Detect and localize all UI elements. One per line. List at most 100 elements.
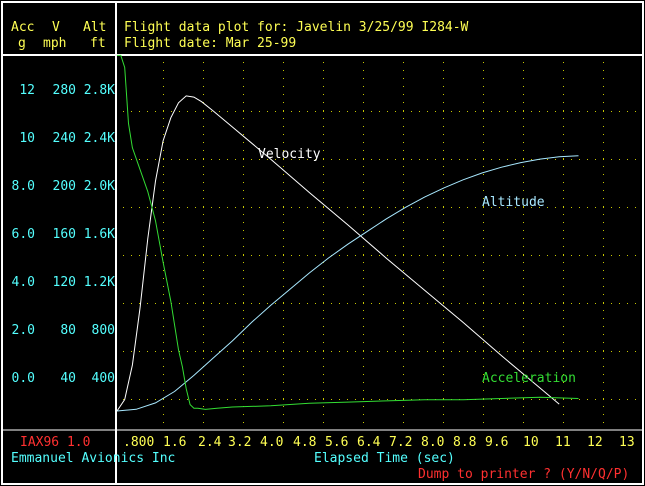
grid-dot (443, 310, 444, 311)
grid-dot (243, 159, 244, 160)
grid-dot (219, 159, 220, 160)
x-tick-label: 5.6 (325, 435, 349, 450)
grid-dot (563, 110, 564, 111)
grid-dot (443, 334, 444, 335)
grid-dot (611, 111, 612, 112)
grid-dot (275, 111, 276, 112)
grid-dot (323, 406, 324, 407)
company-name: Emmanuel Avionics Inc (11, 451, 176, 466)
grid-dot (483, 134, 484, 135)
grid-dot (627, 207, 628, 208)
grid-dot (299, 255, 300, 256)
grid-dot (283, 278, 284, 279)
grid-dot (235, 207, 236, 208)
grid-dot (339, 255, 340, 256)
x-tick-label: 10 (523, 435, 539, 450)
grid-dot (443, 142, 444, 143)
grid-dot (323, 78, 324, 79)
grid-dot (563, 190, 564, 191)
grid-dot (323, 350, 324, 351)
grid-dot (539, 351, 540, 352)
grid-dot (619, 111, 620, 112)
grid-dot (371, 111, 372, 112)
grid-dot (283, 326, 284, 327)
grid-dot (531, 351, 532, 352)
grid-dot (603, 110, 604, 111)
grid-dot (227, 255, 228, 256)
grid-dot (163, 318, 164, 319)
grid-dot (131, 111, 132, 112)
grid-dot (355, 303, 356, 304)
grid-dot (475, 159, 476, 160)
grid-dot (523, 255, 524, 256)
grid-dot (483, 190, 484, 191)
grid-dot (483, 78, 484, 79)
grid-dot (323, 174, 324, 175)
grid-dot (243, 303, 244, 304)
grid-dot (403, 158, 404, 159)
grid-dot (603, 111, 604, 112)
y-tick-altitude: 2.8K (83, 83, 115, 98)
y-tick-velocity: 240 (52, 131, 76, 146)
y-tick-altitude: 2.4K (83, 131, 115, 146)
grid-dot (603, 94, 604, 95)
grid-dot (603, 390, 604, 391)
grid-dot (483, 334, 484, 335)
printer-prompt[interactable]: Dump to printer ? (Y/N/Q/P) (418, 467, 629, 482)
grid-dot (443, 166, 444, 167)
grid-dot (283, 206, 284, 207)
grid-dot (283, 222, 284, 223)
grid-dot (603, 358, 604, 359)
grid-dot (139, 303, 140, 304)
grid-dot (435, 207, 436, 208)
grid-dot (563, 207, 564, 208)
grid-dot (483, 255, 484, 256)
grid-dot (275, 207, 276, 208)
grid-dot (203, 422, 204, 423)
grid-dot (435, 255, 436, 256)
series-layer (116, 54, 579, 412)
grid-dot (499, 303, 500, 304)
grid-dot (163, 78, 164, 79)
grid-dot (523, 126, 524, 127)
grid-dot (291, 303, 292, 304)
grid-dot (243, 150, 244, 151)
grid-dot (603, 70, 604, 71)
grid-dot (195, 207, 196, 208)
grid-dot (363, 62, 364, 63)
grid-dot (363, 111, 364, 112)
grid-dot (475, 351, 476, 352)
x-tick-label: 4.0 (260, 435, 284, 450)
grid-dot (203, 206, 204, 207)
grid-dot (147, 159, 148, 160)
grid-dot (371, 399, 372, 400)
grid-dot (443, 230, 444, 231)
grid-dot (563, 182, 564, 183)
grid-dot (331, 303, 332, 304)
x-tick-label: 2.4 (198, 435, 222, 450)
grid-dot (203, 302, 204, 303)
grid-dot (203, 414, 204, 415)
grid-dot (155, 207, 156, 208)
grid-dot (403, 382, 404, 383)
grid-dot (323, 159, 324, 160)
grid-dot (131, 399, 132, 400)
grid-dot (243, 310, 244, 311)
grid-dot (179, 399, 180, 400)
x-tick-label: 9.6 (485, 435, 509, 450)
grid-dot (627, 303, 628, 304)
grid-dot (563, 166, 564, 167)
grid-dot (411, 207, 412, 208)
grid-dot (443, 214, 444, 215)
grid-dot (195, 255, 196, 256)
grid-dot (579, 255, 580, 256)
grid-dot (243, 214, 244, 215)
grid-dot (419, 303, 420, 304)
grid-dot (603, 238, 604, 239)
grid-dot (323, 270, 324, 271)
grid-dot (123, 351, 124, 352)
grid-dot (563, 399, 564, 400)
grid-dot (603, 350, 604, 351)
grid-dot (419, 159, 420, 160)
grid-dot (251, 159, 252, 160)
